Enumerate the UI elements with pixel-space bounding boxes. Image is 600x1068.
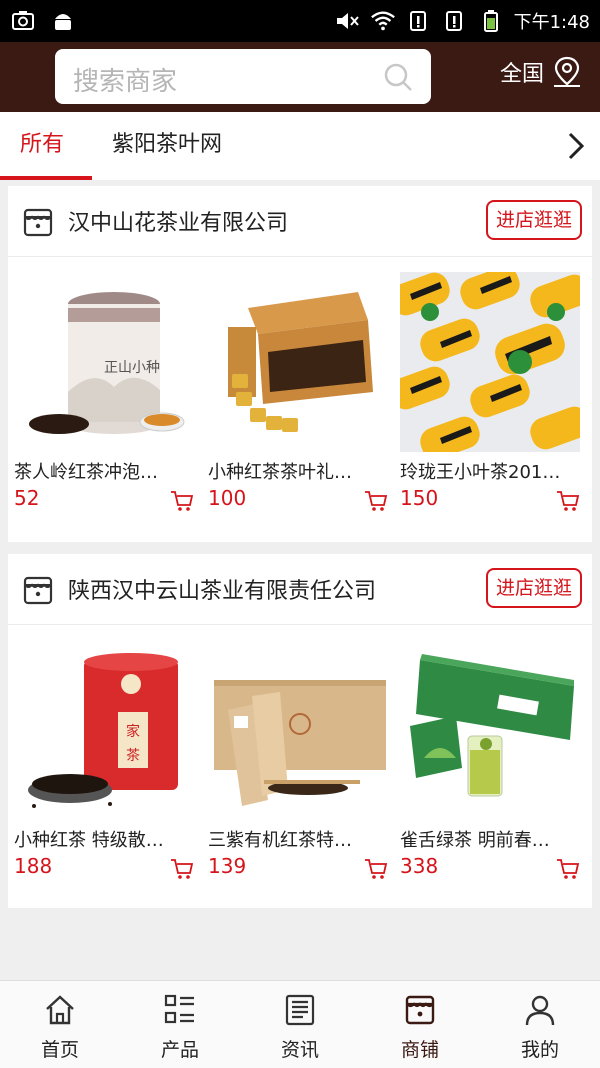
search-icon[interactable] — [383, 62, 413, 92]
region-label: 全国 — [499, 62, 544, 87]
store-card: 汉中山花茶业有限公司 进店逛逛 正山小种 茶人岭红茶冲泡… 52 小种红茶茶叶礼… — [8, 186, 592, 542]
nav-products[interactable]: 产品 — [120, 981, 240, 1068]
chevron-right-icon[interactable] — [564, 130, 588, 162]
nav-news[interactable]: 资讯 — [240, 981, 360, 1068]
wifi-icon — [370, 8, 396, 34]
nav-home[interactable]: 首页 — [0, 981, 120, 1068]
product-name[interactable]: 三紫有机红茶特… — [208, 826, 386, 852]
nav-shops[interactable]: 商铺 — [360, 981, 480, 1068]
cart-icon[interactable] — [170, 490, 194, 512]
search-input[interactable]: 搜索商家 — [73, 61, 177, 98]
location-pin-icon — [554, 56, 580, 87]
nav-news-label: 资讯 — [280, 1039, 319, 1061]
nav-home-label: 首页 — [40, 1039, 79, 1061]
status-bar: 下午1:48 — [0, 0, 600, 42]
store-header[interactable]: 汉中山花茶业有限公司 进店逛逛 — [8, 186, 592, 257]
battery-icon — [478, 8, 504, 34]
product-card[interactable]: 三紫有机红茶特… 139 — [208, 640, 388, 879]
bottom-navigation: 首页 产品 资讯 商铺 我的 — [0, 980, 600, 1068]
product-image-green-box[interactable] — [400, 640, 580, 820]
store-name: 汉中山花茶业有限公司 — [68, 211, 289, 236]
product-image-gift-box[interactable] — [208, 272, 388, 452]
svg-text:家: 家 — [126, 723, 140, 740]
product-price: 100 — [208, 486, 247, 510]
tab-all[interactable]: 所有 — [20, 112, 64, 180]
svg-text:茶: 茶 — [126, 748, 140, 764]
user-icon — [525, 995, 555, 1026]
visit-store-button[interactable]: 进店逛逛 — [485, 568, 582, 608]
product-price: 188 — [14, 854, 53, 878]
product-image-tea-cans[interactable] — [390, 266, 590, 460]
product-name[interactable]: 玲珑王小叶茶201… — [400, 458, 578, 484]
product-name[interactable]: 茶人岭红茶冲泡… — [14, 458, 192, 484]
store-name: 陕西汉中云山茶业有限责任公司 — [68, 579, 377, 604]
nav-shops-label: 商铺 — [400, 1039, 439, 1061]
clock: 下午1:48 — [513, 12, 590, 33]
nav-products-label: 产品 — [160, 1039, 199, 1061]
product-price: 150 — [400, 486, 439, 510]
signal-icon-2 — [442, 8, 468, 34]
product-price: 139 — [208, 854, 247, 878]
cart-icon[interactable] — [364, 490, 388, 512]
cart-icon[interactable] — [170, 858, 194, 880]
product-card[interactable]: 雀舌绿茶 明前春… 338 — [400, 640, 580, 879]
product-card[interactable]: 小种红茶茶叶礼… 100 — [208, 272, 388, 511]
cart-icon[interactable] — [556, 490, 580, 512]
product-name[interactable]: 小种红茶茶叶礼… — [208, 458, 386, 484]
camera-icon — [10, 8, 36, 34]
shop-icon — [23, 208, 53, 237]
signal-icon — [406, 8, 432, 34]
mute-icon — [334, 8, 360, 34]
grid-list-icon — [164, 994, 194, 1024]
android-icon — [50, 8, 76, 34]
product-card[interactable]: 正山小种 茶人岭红茶冲泡… 52 — [14, 272, 194, 511]
home-icon — [46, 995, 74, 1025]
nav-mine-label: 我的 — [520, 1039, 559, 1061]
shop-icon — [23, 576, 53, 605]
visit-store-button[interactable]: 进店逛逛 — [485, 200, 582, 240]
region-selector[interactable]: 全国 — [500, 56, 582, 88]
product-image-tea-tin[interactable]: 正山小种 — [14, 272, 194, 452]
product-image-kraft-box[interactable] — [208, 640, 388, 820]
store-header[interactable]: 陕西汉中云山茶业有限责任公司 进店逛逛 — [8, 554, 592, 625]
product-image-red-tin[interactable]: 家 茶 — [14, 640, 194, 820]
cart-icon[interactable] — [364, 858, 388, 880]
news-icon — [285, 994, 315, 1026]
product-price: 52 — [14, 486, 40, 510]
shop-icon — [405, 995, 435, 1025]
product-price: 338 — [400, 854, 439, 878]
product-name[interactable]: 雀舌绿茶 明前春… — [400, 826, 578, 852]
category-tabs: 所有 紫阳茶叶网 — [0, 112, 600, 180]
product-card[interactable]: 玲珑王小叶茶201… 150 — [390, 266, 590, 511]
search-box[interactable]: 搜索商家 — [55, 49, 431, 104]
product-card[interactable]: 家 茶 小种红茶 特级散… 188 — [14, 640, 194, 879]
product-name[interactable]: 小种红茶 特级散… — [14, 826, 192, 852]
active-tab-indicator — [0, 176, 92, 180]
nav-mine[interactable]: 我的 — [480, 981, 600, 1068]
tab-ziyang-tea[interactable]: 紫阳茶叶网 — [112, 112, 222, 180]
cart-icon[interactable] — [556, 858, 580, 880]
svg-text:正山小种: 正山小种 — [104, 360, 160, 376]
store-card: 陕西汉中云山茶业有限责任公司 进店逛逛 家 茶 小种红茶 特级散… 188 三紫… — [8, 554, 592, 908]
header-bar: 搜索商家 全国 — [0, 42, 600, 112]
